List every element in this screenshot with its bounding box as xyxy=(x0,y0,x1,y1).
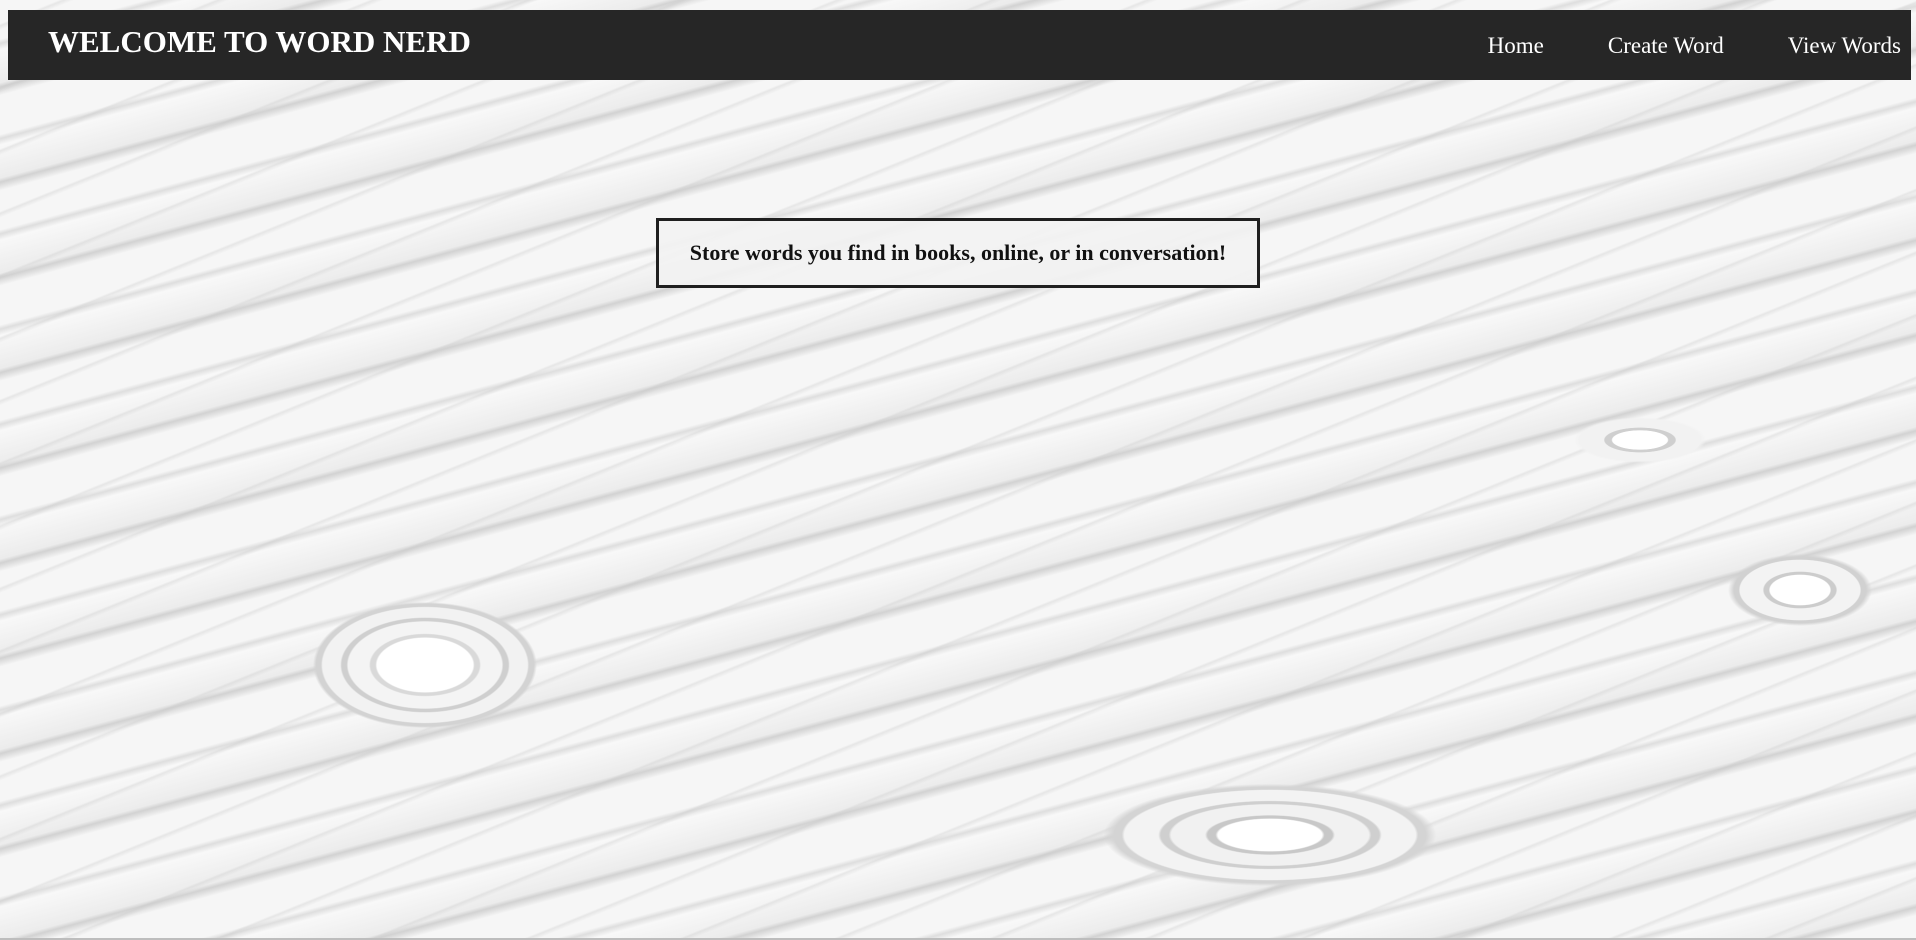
navbar: WELCOME TO WORD NERD Home Create Word Vi… xyxy=(8,10,1911,80)
tagline-text: Store words you find in books, online, o… xyxy=(689,240,1227,265)
nav-create-word-link[interactable]: Create Word xyxy=(1576,33,1756,59)
nav-links: Home Create Word View Words xyxy=(1456,33,1909,59)
site-title: WELCOME TO WORD NERD xyxy=(48,24,471,59)
nav-view-words-link[interactable]: View Words xyxy=(1756,33,1909,59)
tagline-box: Store words you find in books, online, o… xyxy=(656,218,1260,288)
background-image xyxy=(0,0,1916,940)
nav-home-link[interactable]: Home xyxy=(1456,33,1576,59)
